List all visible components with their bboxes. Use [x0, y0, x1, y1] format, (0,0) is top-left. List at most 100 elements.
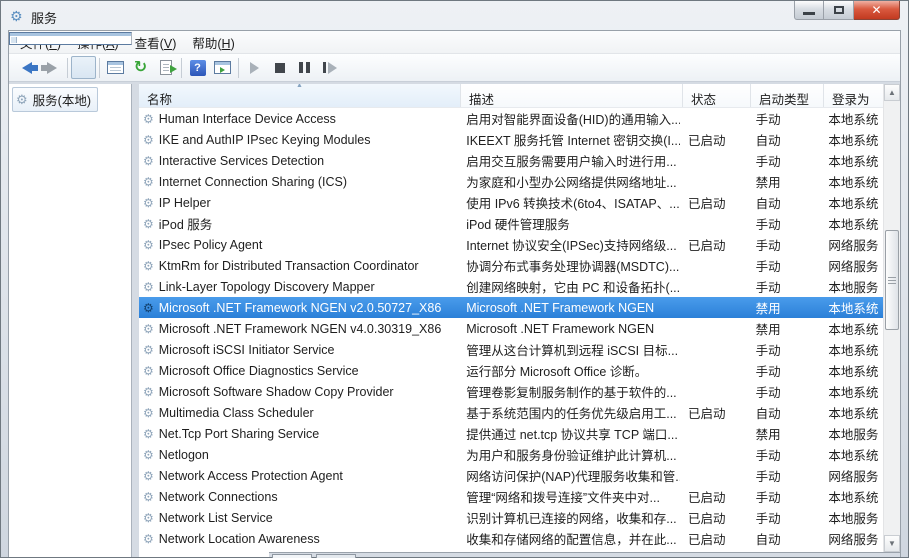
table-row[interactable]: ⚙ Interactive Services Detection 启用交互服务需要…: [139, 150, 883, 171]
sidebar-item-label: 服务(本地): [32, 94, 91, 108]
service-startup-type-cell: 手动: [755, 365, 781, 379]
service-gear-icon: ⚙: [143, 153, 154, 168]
service-gear-icon: ⚙: [143, 489, 154, 504]
table-row[interactable]: ⚙ IKE and AuthIP IPsec Keying Modules IKE…: [139, 129, 883, 150]
minimize-icon: [803, 11, 815, 15]
maximize-icon: [833, 6, 844, 14]
service-startup-type-cell: 自动: [755, 533, 781, 547]
service-logon-as-cell: 本地服务: [828, 512, 879, 526]
view-tab[interactable]: [316, 554, 356, 558]
column-header-name[interactable]: ▲ 名称: [139, 84, 461, 107]
column-header-status[interactable]: 状态: [683, 84, 751, 107]
export-list-icon[interactable]: [153, 56, 178, 79]
table-row[interactable]: ⚙ Network List Service 识别计算机已连接的网络，收集和存..…: [139, 507, 883, 528]
scrollbar-thumb[interactable]: [885, 230, 899, 330]
service-name-cell: ⚙ Network Location Awareness: [143, 531, 320, 546]
service-status-cell: 已启动: [688, 134, 726, 148]
services-gear-icon: ⚙: [16, 92, 28, 107]
service-name-cell: ⚙ Microsoft Office Diagnostics Service: [143, 363, 359, 378]
stop-service-icon[interactable]: [267, 56, 292, 79]
column-header-startup-type[interactable]: 启动类型: [751, 84, 824, 107]
sidebar-item-services-local[interactable]: ⚙ 服务(本地): [12, 87, 98, 112]
service-gear-icon: ⚙: [143, 195, 154, 210]
service-startup-type-cell: 手动: [755, 281, 781, 295]
table-row[interactable]: ⚙ Net.Tcp Port Sharing Service 提供通过 net.t…: [139, 423, 883, 444]
table-row[interactable]: ⚙ KtmRm for Distributed Transaction Coord…: [139, 255, 883, 276]
service-logon-as-cell: 本地系统: [828, 407, 879, 421]
table-row[interactable]: ⚙ iPod 服务 iPod 硬件管理服务 手动 本地系统: [139, 213, 883, 234]
service-name-cell: ⚙ Interactive Services Detection: [143, 153, 325, 168]
table-row[interactable]: ⚙ Microsoft Office Diagnostics Service 运行…: [139, 360, 883, 381]
service-gear-icon: ⚙: [143, 132, 154, 147]
service-description-cell: 管理“网络和拨号连接”文件夹中对...: [466, 491, 660, 505]
service-gear-icon: ⚙: [143, 468, 154, 483]
service-description-cell: 管理从这台计算机到远程 iSCSI 目标...: [466, 344, 679, 358]
pause-service-icon[interactable]: [292, 56, 317, 79]
service-name-cell: ⚙ Network Access Protection Agent: [143, 468, 343, 483]
table-row[interactable]: ⚙ Network Location Awareness 收集和存储网络的配置信息…: [139, 528, 883, 549]
service-gear-icon: ⚙: [143, 174, 154, 189]
service-name-cell: ⚙ Network Connections: [143, 489, 278, 504]
vertical-scrollbar[interactable]: ▲ ▼: [883, 84, 900, 552]
table-row[interactable]: ⚙ Link-Layer Topology Discovery Mapper 创建…: [139, 276, 883, 297]
service-logon-as-cell: 网络服务: [828, 470, 879, 484]
service-name-cell: ⚙ Microsoft .NET Framework NGEN v2.0.5072…: [143, 300, 442, 315]
view-tab[interactable]: [272, 554, 312, 558]
service-logon-as-cell: 本地系统: [828, 449, 879, 463]
service-name-cell: ⚙ IPsec Policy Agent: [143, 237, 263, 252]
toolbar-separator: [67, 57, 68, 78]
table-row[interactable]: ⚙ Microsoft Software Shadow Copy Provider…: [139, 381, 883, 402]
table-row[interactable]: ⚙ IPsec Policy Agent Internet 协议安全(IPSec)…: [139, 234, 883, 255]
menu-item[interactable]: 查看(V): [127, 30, 185, 55]
table-row[interactable]: ⚙ Microsoft .NET Framework NGEN v2.0.5072…: [139, 297, 883, 318]
resume-service-icon[interactable]: [317, 56, 342, 79]
table-row[interactable]: ⚙ Microsoft .NET Framework NGEN v4.0.3031…: [139, 318, 883, 339]
service-name-cell: ⚙ Microsoft iSCSI Initiator Service: [143, 342, 335, 357]
service-description-cell: 创建网络映射，它由 PC 和设备拓扑(...: [466, 281, 681, 295]
service-name-cell: ⚙ Link-Layer Topology Discovery Mapper: [143, 279, 375, 294]
service-startup-type-cell: 手动: [755, 113, 781, 127]
scroll-up-icon[interactable]: ▲: [884, 84, 900, 101]
forward-arrow-icon[interactable]: [39, 56, 64, 79]
table-row[interactable]: ⚙ IP Helper 使用 IPv6 转换技术(6to4、ISATAP、... …: [139, 192, 883, 213]
titlebar[interactable]: ⚙ 服务 ✕: [1, 1, 908, 30]
maximize-button[interactable]: [824, 1, 854, 20]
service-name-cell: ⚙ KtmRm for Distributed Transaction Coord…: [143, 258, 419, 273]
service-startup-type-cell: 手动: [755, 512, 781, 526]
service-startup-type-cell: 手动: [755, 344, 781, 358]
column-header-logon-as[interactable]: 登录为: [824, 84, 887, 107]
window-body: 文件(F) 操作(A) 查看(V) 帮助(H) ↻ ?: [8, 30, 901, 558]
properties-window-icon[interactable]: [103, 56, 128, 79]
start-service-icon[interactable]: [242, 56, 267, 79]
help-icon[interactable]: ?: [185, 56, 210, 79]
service-description-cell: 收集和存储网络的配置信息，并在此...: [466, 533, 677, 547]
menu-bar: 文件(F) 操作(A) 查看(V) 帮助(H): [9, 31, 900, 54]
column-header-row: ▲ 名称 描述 状态 启动类型 登录为: [139, 84, 900, 108]
extended-view-icon[interactable]: [210, 56, 235, 79]
service-description-cell: 运行部分 Microsoft Office 诊断。: [466, 365, 648, 379]
column-header-description[interactable]: 描述: [461, 84, 683, 107]
back-arrow-icon[interactable]: [14, 56, 39, 79]
minimize-button[interactable]: [794, 1, 824, 20]
toolbar-separator: [99, 57, 100, 78]
table-row[interactable]: ⚙ Network Access Protection Agent 网络访问保护(…: [139, 465, 883, 486]
show-console-tree-icon[interactable]: [9, 32, 132, 79]
service-logon-as-cell: 本地系统: [828, 491, 879, 505]
table-row[interactable]: ⚙ Internet Connection Sharing (ICS) 为家庭和小…: [139, 171, 883, 192]
table-row[interactable]: ⚙ Human Interface Device Access 启用对智能界面设备…: [139, 108, 883, 129]
service-gear-icon: ⚙: [143, 342, 154, 357]
view-tab-strip: [269, 552, 900, 558]
scroll-down-icon[interactable]: ▼: [884, 535, 900, 552]
table-row[interactable]: ⚙ Network Connections 管理“网络和拨号连接”文件夹中对...…: [139, 486, 883, 507]
table-row[interactable]: ⚙ Multimedia Class Scheduler 基于系统范围内的任务优先…: [139, 402, 883, 423]
services-list-panel: ▲ 名称 描述 状态 启动类型 登录为 ⚙ Human Interface Dev…: [139, 84, 900, 558]
service-gear-icon: ⚙: [143, 111, 154, 126]
table-row[interactable]: ⚙ Netlogon 为用户和服务身份验证维护此计算机... 手动 本地系统: [139, 444, 883, 465]
table-row[interactable]: ⚙ Microsoft iSCSI Initiator Service 管理从这台…: [139, 339, 883, 360]
service-gear-icon: ⚙: [143, 216, 154, 231]
service-gear-icon: ⚙: [143, 279, 154, 294]
menu-item[interactable]: 帮助(H): [184, 30, 242, 55]
refresh-icon[interactable]: ↻: [128, 56, 153, 79]
service-logon-as-cell: 本地系统: [828, 176, 879, 190]
close-button[interactable]: ✕: [854, 1, 900, 20]
